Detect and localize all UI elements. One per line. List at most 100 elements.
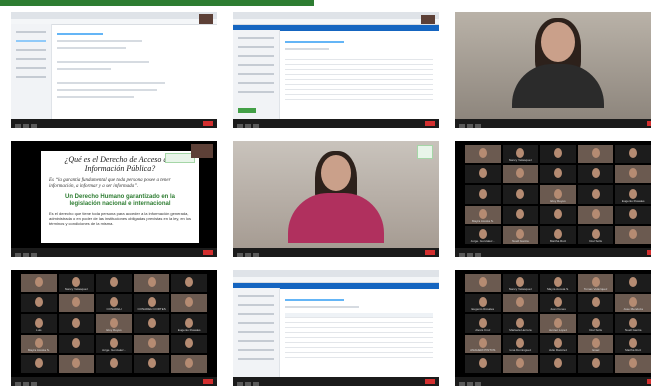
participant-cell[interactable]: Jorge. Gonzalez... [465,225,501,244]
slide-body: Es el derecho que tiene toda persona par… [49,211,192,226]
participant-cell[interactable] [133,334,170,353]
participant-cell[interactable]: Iona Dominguez [502,334,539,353]
participant-cell[interactable] [577,294,614,313]
participant-cell[interactable] [465,165,501,184]
participant-cell[interactable] [21,294,57,313]
participant-cell[interactable]: Jenner Lopez [540,314,576,333]
participant-cell[interactable]: Tomas Velazquez [577,274,614,293]
participant-cell[interactable] [465,274,501,293]
participant-cell[interactable] [502,205,539,224]
video-tile-screen-share-form[interactable] [11,12,217,128]
participant-avatar [516,229,525,240]
video-tile-presentation[interactable]: ¿Qué es el Derecho de Acceso a la Inform… [11,141,217,257]
participant-cell[interactable]: Itzel Solis [577,314,614,333]
participant-cell[interactable]: Eloy Reyes [96,314,132,333]
participant-cell[interactable]: CONADEH [96,294,132,313]
participant-cell[interactable] [615,225,651,244]
participant-cell[interactable] [58,334,95,353]
participant-cell[interactable]: Nancy Velasquez [58,274,95,293]
participant-cell[interactable]: CONADEH CORTES [133,294,170,313]
participant-cell[interactable]: Mayra Acosta S. [465,205,501,224]
participant-cell[interactable]: Martha Ruiz [540,225,576,244]
participant-cell[interactable] [540,205,576,224]
participant-cell[interactable] [171,354,207,373]
participant-cell[interactable] [577,165,614,184]
participant-cell[interactable] [540,354,576,373]
participant-cell[interactable] [21,274,57,293]
participant-cell[interactable]: Eugenio Rosales [171,314,207,333]
end-call-button[interactable] [647,121,651,126]
participant-cell[interactable] [577,205,614,224]
participant-cell[interactable]: Jorge. Gonzalez... [96,334,132,353]
participant-cell[interactable]: Julio Ramirez [540,334,576,353]
participant-cell[interactable] [133,314,170,333]
video-tile-screen-share-table[interactable] [233,270,439,386]
end-call-button[interactable] [425,121,435,126]
participant-cell[interactable] [58,314,95,333]
participant-cell[interactable]: Nancy Velasquez [502,145,539,164]
participant-cell[interactable] [502,185,539,204]
participant-cell[interactable] [615,145,651,164]
participant-cell[interactable] [96,354,132,373]
participant-cell[interactable] [465,354,501,373]
video-tile-gallery-1[interactable]: Nancy Velasquez Eloy Reyes Eugenio Rosales… [455,141,651,257]
participant-cell[interactable] [577,354,614,373]
video-tile-participant-woman-top[interactable] [455,12,651,128]
participant-cell[interactable] [502,294,539,313]
participant-cell[interactable] [502,354,539,373]
participant-avatar [516,317,525,328]
participant-cell[interactable] [58,354,95,373]
participant-cell[interactable] [502,165,539,184]
participant-cell[interactable] [171,274,207,293]
participant-cell[interactable] [577,185,614,204]
participant-cell[interactable]: Luis [21,314,57,333]
participant-cell[interactable] [465,145,501,164]
participant-cell[interactable] [540,165,576,184]
participant-cell[interactable] [21,354,57,373]
participant-cell[interactable] [171,294,207,313]
participant-cell[interactable]: Itzel Solis [577,225,614,244]
end-call-button[interactable] [203,121,213,126]
end-call-button[interactable] [203,379,213,384]
participant-cell[interactable]: Jose Mendoza [615,294,651,313]
participant-cell[interactable]: Eugenio Rosales [615,185,651,204]
participant-cell[interactable] [133,274,170,293]
end-call-button[interactable] [425,379,435,384]
participant-cell[interactable] [577,145,614,164]
green-action-button[interactable] [238,108,256,113]
meeting-toolbar [233,248,439,257]
participant-cell[interactable]: Nancy Velasquez [502,274,539,293]
participant-cell[interactable] [171,334,207,353]
participant-name: Israel [591,347,600,352]
participant-cell[interactable] [615,165,651,184]
participant-cell[interactable] [615,274,651,293]
video-tile-screen-share-list[interactable] [233,12,439,128]
video-tile-gallery-2[interactable]: Nancy Velasquez CONADEH CONADEH CORTES Luis… [11,270,217,386]
video-tile-speaker-woman-center[interactable] [233,141,439,257]
participant-cell[interactable] [615,354,651,373]
end-call-button[interactable] [647,250,651,255]
end-call-button[interactable] [647,379,651,384]
participant-cell[interactable]: Eugenio Rosales [465,294,501,313]
participant-cell[interactable] [133,354,170,373]
video-tile-gallery-3[interactable]: Nancy Velasquez Mayra Acosta S. Tomas Vela… [455,270,651,386]
participant-cell[interactable]: Alexis Cruz [465,314,501,333]
participant-cell[interactable]: Mayra Acosta S. [21,334,57,353]
participant-cell[interactable] [96,274,132,293]
participant-cell[interactable]: Israel [577,334,614,353]
participant-cell[interactable] [615,205,651,224]
participant-cell[interactable] [58,294,95,313]
participant-cell[interactable]: Noell Garcia [502,225,539,244]
participant-cell[interactable]: Eloy Reyes [540,185,576,204]
participant-cell[interactable] [465,185,501,204]
end-call-button[interactable] [425,250,435,255]
participant-cell[interactable]: ANAHERI PINTOS [465,334,501,353]
participant-cell[interactable]: Noell Garcia [615,314,651,333]
participant-cell[interactable]: Marisela Herrera [502,314,539,333]
participant-cell[interactable]: Mayra Acosta S. [540,274,576,293]
participant-name: ANAHERI PINTOS [470,347,496,352]
participant-cell[interactable] [540,145,576,164]
participant-cell[interactable]: Martha Ruiz [615,334,651,353]
end-call-button[interactable] [203,250,213,255]
participant-cell[interactable]: Juan Funes [540,294,576,313]
